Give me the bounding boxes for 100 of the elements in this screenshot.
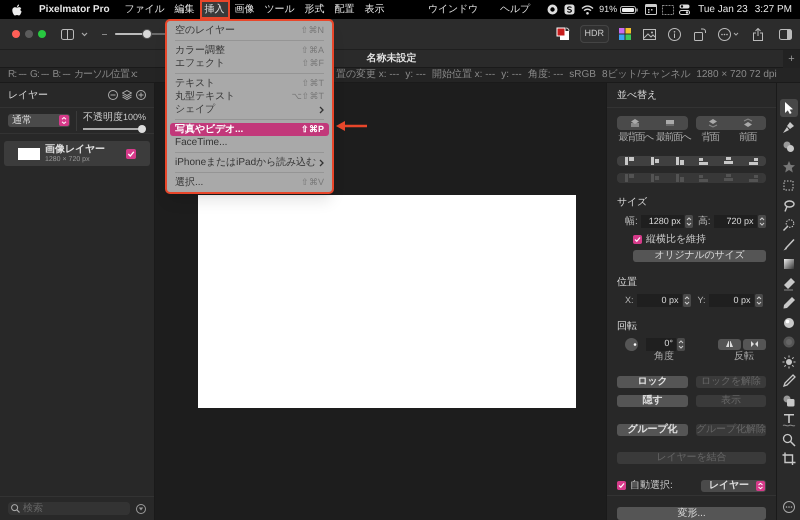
annotation-arrow-icon — [336, 121, 368, 131]
gradient-icon — [782, 257, 796, 271]
type-icon — [782, 413, 796, 427]
filter-icon[interactable] — [136, 504, 146, 514]
more-icon[interactable] — [718, 28, 731, 40]
info-icon[interactable] — [668, 28, 681, 40]
stepper-icon[interactable] — [684, 215, 693, 228]
panel-button[interactable]: グループ化 — [617, 424, 688, 436]
hdr-button[interactable]: HDR — [580, 25, 609, 43]
pencil-icon — [782, 296, 796, 310]
new-tab-button[interactable]: + — [783, 50, 800, 68]
rotation-dial[interactable] — [625, 338, 638, 350]
button-caption: 最前面へ — [654, 132, 692, 144]
button-caption: 前面 — [738, 132, 758, 144]
menu-title[interactable]: 配置 — [330, 0, 360, 19]
screen-mirroring-icon[interactable] — [662, 4, 674, 14]
menu-item[interactable]: 写真やビデオ... ⇧⌘P — [170, 123, 329, 136]
menu-item-label: 写真やビデオ... — [175, 123, 244, 136]
app-status-icon[interactable] — [564, 4, 576, 15]
maximize-window-icon[interactable] — [38, 30, 46, 38]
checkbox-label: 自動選択: — [630, 480, 674, 491]
menu-title[interactable]: ウインドウ — [423, 0, 484, 19]
info-label: R: --- — [8, 68, 26, 82]
menu-title[interactable]: 画像 — [230, 0, 260, 19]
tool-button[interactable] — [780, 352, 798, 370]
menu-title[interactable]: ヘルプ — [495, 0, 536, 19]
stepper-icon[interactable] — [758, 215, 766, 228]
document-title[interactable]: 名称未設定 — [366, 51, 416, 66]
button-caption: 最背面へ — [618, 132, 654, 144]
menu-title[interactable]: 形式 — [300, 0, 330, 19]
flip-horizontal-icon — [750, 340, 759, 348]
crop-icon — [782, 452, 796, 466]
app-name[interactable]: Pixelmator Pro — [39, 2, 110, 17]
menu-item[interactable]: FaceTime... — [170, 136, 329, 149]
sidebar-right-icon[interactable] — [779, 28, 792, 40]
blur-icon — [782, 335, 796, 349]
color-swatch-icon[interactable] — [556, 27, 570, 41]
rotate-icon[interactable] — [694, 28, 706, 40]
apple-icon[interactable] — [12, 4, 22, 16]
pen-icon — [782, 374, 796, 388]
menu-title[interactable]: 編集 — [170, 0, 200, 19]
status-icon[interactable] — [547, 4, 558, 15]
flip-vertical-button[interactable] — [718, 338, 741, 350]
menu-title[interactable]: 表示 — [360, 0, 390, 19]
add-icon[interactable] — [136, 90, 146, 100]
align-icon — [748, 173, 760, 183]
more-icon[interactable] — [108, 90, 118, 100]
star-icon — [782, 160, 796, 174]
panel-button[interactable]: ロック — [617, 376, 688, 388]
original-size-button[interactable]: オリジナルのサイズ — [633, 250, 766, 262]
menu-title[interactable]: ツール — [260, 0, 300, 19]
tool-button[interactable] — [780, 450, 798, 468]
menu-item[interactable]: シェイプ — [170, 103, 329, 116]
chevron-down-icon[interactable] — [81, 32, 88, 36]
flip-horizontal-button[interactable] — [743, 338, 766, 350]
button-caption: 背面 — [700, 132, 720, 144]
battery-percentage: 91% — [599, 2, 618, 16]
chevron-down-icon[interactable] — [733, 32, 739, 36]
menu-bar-clock[interactable]: 3:27 PM — [754, 2, 792, 17]
sidebar-icon[interactable] — [61, 28, 74, 40]
checkbox[interactable] — [617, 481, 626, 490]
menu-title[interactable]: 挿入 — [200, 0, 230, 19]
angle-field[interactable]: 0° — [646, 338, 676, 350]
menu-title[interactable]: ファイル — [120, 0, 170, 19]
zoom-icon — [782, 432, 796, 446]
align-icon — [624, 156, 635, 166]
battery-icon[interactable] — [620, 6, 638, 14]
checkbox[interactable] — [633, 235, 642, 244]
y-field[interactable]: 0 px — [708, 294, 754, 308]
zoom-out-icon[interactable] — [102, 32, 107, 36]
visibility-checkbox[interactable] — [126, 148, 136, 158]
stepper-icon — [756, 480, 765, 490]
transform-button[interactable]: 変形... — [617, 506, 766, 520]
layers-icon[interactable] — [122, 90, 132, 100]
wifi-icon[interactable] — [581, 4, 594, 14]
tool-button[interactable] — [780, 99, 798, 117]
x-field[interactable]: 0 px — [636, 294, 682, 308]
control-center-icon[interactable] — [679, 4, 690, 15]
color-grid-icon[interactable] — [619, 28, 631, 40]
stepper-icon[interactable] — [754, 294, 763, 308]
height-field[interactable]: 720 px — [714, 215, 757, 228]
layer-thumbnail — [18, 148, 40, 160]
close-window-icon[interactable] — [12, 30, 20, 38]
stepper-icon[interactable] — [682, 294, 691, 308]
info-label: 開始位置 x: --- — [432, 68, 496, 82]
more-icon[interactable] — [782, 501, 794, 513]
width-field[interactable]: 1280 px — [640, 215, 684, 228]
calendar-icon[interactable] — [645, 4, 658, 15]
checkbox-label: 縦横比を維持 — [646, 234, 706, 245]
align-icon — [723, 156, 734, 166]
share-icon[interactable] — [753, 28, 763, 40]
panel-title: レイヤー — [8, 88, 49, 102]
menu-bar-date[interactable]: Tue Jan 23 — [698, 2, 748, 17]
auto-select-dropdown[interactable]: レイヤー — [701, 480, 766, 492]
image-icon[interactable] — [643, 28, 656, 40]
field-label: 幅: — [625, 215, 638, 229]
field-caption: 反転 — [734, 350, 754, 362]
panel-button[interactable]: 隠す — [617, 394, 688, 406]
blend-mode-dropdown[interactable]: 通常 — [8, 114, 70, 127]
stepper-icon[interactable] — [677, 338, 685, 350]
